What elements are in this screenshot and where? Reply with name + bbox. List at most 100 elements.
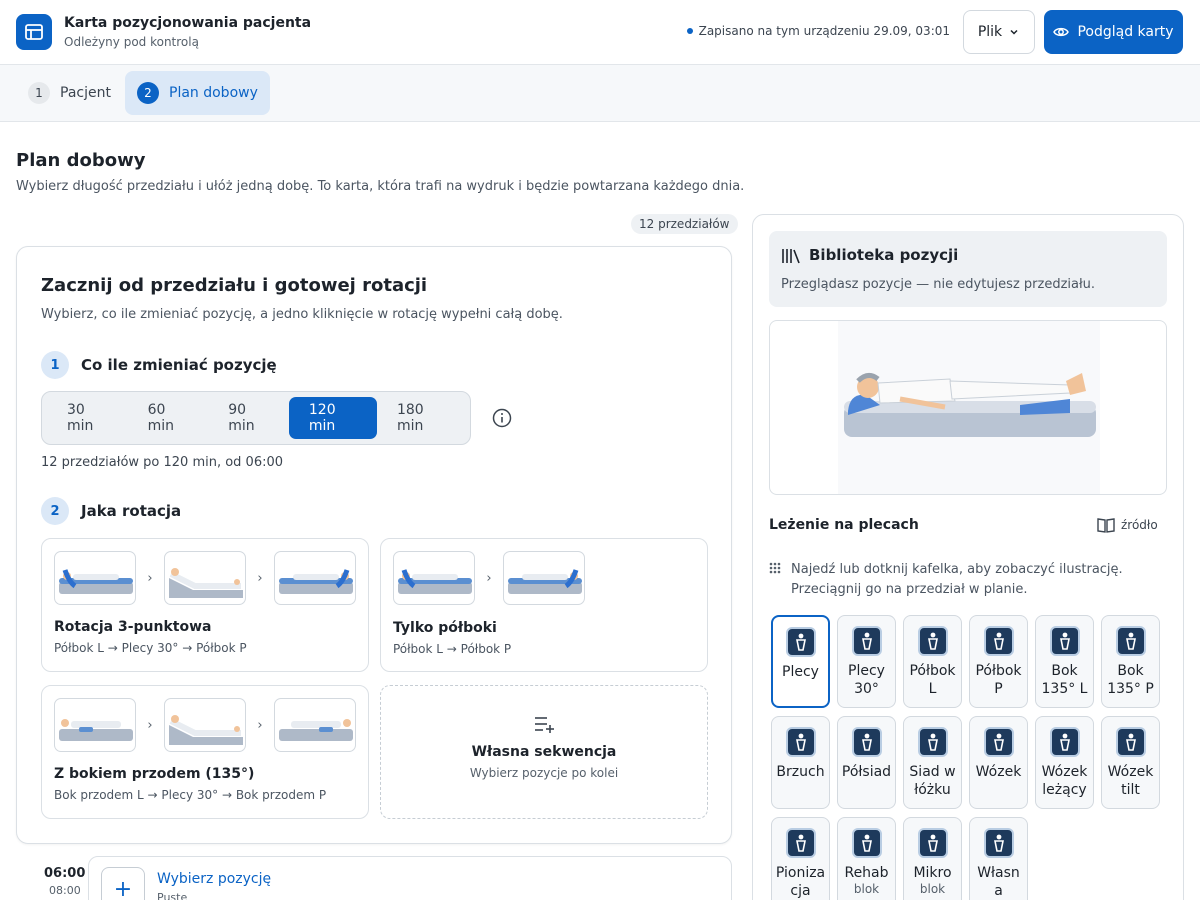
tile-label-line2: łóżku (914, 782, 951, 798)
tile-label-line1: Półbok (975, 663, 1022, 679)
tab-number: 2 (137, 82, 159, 104)
tile-label-line1: Rehab (844, 865, 889, 881)
step-rotation: 2 Jaka rotacja (41, 497, 181, 525)
start-rotation-card: Zacznij od przedziału i gotowej rotacji … (16, 246, 732, 844)
position-tile-wozek[interactable]: Wózek (969, 716, 1028, 809)
source-label: źródło (1121, 518, 1158, 532)
tile-sub-label: blok (853, 882, 880, 896)
interval-option-60[interactable]: 60 min (128, 397, 209, 439)
file-menu-button[interactable]: Plik (963, 10, 1035, 54)
choose-position-link[interactable]: Wybierz pozycję (157, 871, 271, 887)
rotation-name: Rotacja 3-punktowa (54, 619, 212, 635)
tile-label-line1: Bok (1117, 663, 1144, 679)
interval-count-badge: 12 przedziałów (631, 214, 738, 234)
chevron-right-icon: › (257, 570, 263, 586)
tile-label-line1: Wózek (1107, 764, 1154, 780)
position-tile-bok-135-p[interactable]: Bok 135° P (1101, 615, 1160, 708)
step-label: Jaka rotacja (81, 502, 182, 520)
position-thumb-side-135-left (54, 698, 136, 752)
app-logo-icon (16, 14, 52, 50)
tab-patient[interactable]: 1 Pacjent (16, 71, 123, 115)
chevron-right-icon: › (147, 570, 153, 586)
position-illustration (769, 320, 1167, 495)
info-icon[interactable] (492, 408, 512, 428)
tab-label: Plan dobowy (169, 85, 258, 101)
position-tile-pionizacja[interactable]: Pioniza cja (771, 817, 830, 900)
position-tile-polsiad[interactable]: Półsiad (837, 716, 896, 809)
position-thumb-back-30 (164, 698, 246, 752)
tile-label-line2: leżący (1042, 782, 1087, 798)
position-tile-polbok-p[interactable]: Półbok P (969, 615, 1028, 708)
tile-label-line1: Plecy (782, 664, 819, 680)
position-tile-siad-w-lozku[interactable]: Siad w łóżku (903, 716, 962, 809)
rotation-name: Tylko półboki (393, 620, 497, 636)
chevron-right-icon: › (486, 570, 492, 586)
library-header: Biblioteka pozycji Przeglądasz pozycje —… (769, 231, 1167, 307)
timeline-row: 06:00 08:00 + Wybierz pozycję Puste (16, 856, 732, 900)
position-figure-icon (851, 828, 882, 858)
step-number: 2 (41, 497, 69, 525)
position-figure-icon (1049, 626, 1080, 656)
position-figure-icon (983, 626, 1014, 656)
rotation-sequence: Bok przodem L → Plecy 30° → Bok przodem … (54, 788, 327, 802)
position-tile-wozek-tilt[interactable]: Wózek tilt (1101, 716, 1160, 809)
rotation-side-135-card[interactable]: › › Z bokiem przodem (135°) Bok przodem … (41, 685, 369, 819)
position-figure-icon (1115, 727, 1146, 757)
library-hint-text: Najedź lub dotknij kafelka, aby zobaczyć… (791, 562, 1123, 597)
interval-option-90[interactable]: 90 min (208, 397, 289, 439)
plus-icon: + (113, 876, 133, 900)
add-position-button[interactable]: + (101, 867, 145, 900)
tab-daily-plan[interactable]: 2 Plan dobowy (125, 71, 270, 115)
tile-label-line1: Plecy (848, 663, 885, 679)
tile-label-line1: Własn (977, 865, 1020, 881)
position-figure-icon (1049, 727, 1080, 757)
time-slot[interactable]: + Wybierz pozycję Puste (88, 856, 732, 900)
tile-label-line2: 135° L (1041, 681, 1088, 697)
position-tile-plecy-30[interactable]: Plecy 30° (837, 615, 896, 708)
step-number: 1 (41, 351, 69, 379)
tile-label-line1: Siad w (909, 764, 956, 780)
position-tile-mikro[interactable]: Mikro blok (903, 817, 962, 900)
custom-sequence-card[interactable]: Własna sekwencja Wybierz pozycje po kole… (380, 685, 708, 819)
tile-label-line2: P (994, 681, 1003, 697)
save-status: Zapisano na tym urządzeniu 29.09, 03:01 (686, 24, 950, 38)
interval-option-120[interactable]: 120 min (288, 397, 377, 439)
card-description: Wybierz, co ile zmieniać pozycję, a jedn… (41, 307, 563, 322)
position-tile-polbok-l[interactable]: Półbok L (903, 615, 962, 708)
page-title: Plan dobowy (16, 150, 146, 171)
position-tile-brzuch[interactable]: Brzuch (771, 716, 830, 809)
position-tile-plecy[interactable]: Plecy (771, 615, 830, 708)
current-position-name: Leżenie na plecach (769, 517, 919, 533)
tile-label-line2: L (928, 681, 937, 697)
step-interval: 1 Co ile zmieniać pozycję (41, 351, 277, 379)
position-tile-wozek-lezacy[interactable]: Wózek leżący (1035, 716, 1094, 809)
interval-option-180[interactable]: 180 min (377, 397, 465, 439)
tile-label-line1: Półsiad (841, 764, 892, 780)
position-figure-icon (917, 828, 948, 858)
position-thumb-semi-side-right (503, 551, 585, 605)
position-tile-rehab[interactable]: Rehab blok (837, 817, 896, 900)
step-tabs: 1 Pacjent 2 Plan dobowy (0, 65, 1200, 122)
interval-option-30[interactable]: 30 min (47, 397, 128, 439)
position-thumb-side-135-right (274, 698, 356, 752)
preview-card-button[interactable]: Podgląd karty (1044, 10, 1183, 54)
page-description: Wybierz długość przedziału i ułóż jedną … (16, 179, 745, 194)
position-thumb-semi-side-right (274, 551, 356, 605)
position-figure-icon (851, 727, 882, 757)
interval-selector: 30 min 60 min 90 min 120 min 180 min (41, 391, 471, 445)
book-open-icon (1097, 518, 1115, 533)
source-link[interactable]: źródło (1097, 517, 1158, 533)
position-tile-wlasna[interactable]: Własn a (969, 817, 1028, 900)
chevron-right-icon: › (147, 717, 153, 733)
eye-icon (1053, 27, 1070, 37)
tab-label: Pacjent (60, 85, 111, 101)
tile-label-line1: Mikro (913, 865, 952, 881)
position-tile-bok-135-l[interactable]: Bok 135° L (1035, 615, 1094, 708)
rotation-semi-side-card[interactable]: › Tylko półboki Półbok L → Półbok P (380, 538, 708, 672)
position-figure-icon (785, 828, 816, 858)
app-header: Karta pozycjonowania pacjenta Odleżyny p… (0, 0, 1200, 65)
status-dot-icon (686, 28, 693, 34)
rotation-3-point-card[interactable]: › › Rotacja 3-punktowa Półbok L → Plecy … (41, 538, 369, 672)
position-thumb-semi-side-left (54, 551, 136, 605)
tile-label-line2: a (994, 883, 1003, 899)
